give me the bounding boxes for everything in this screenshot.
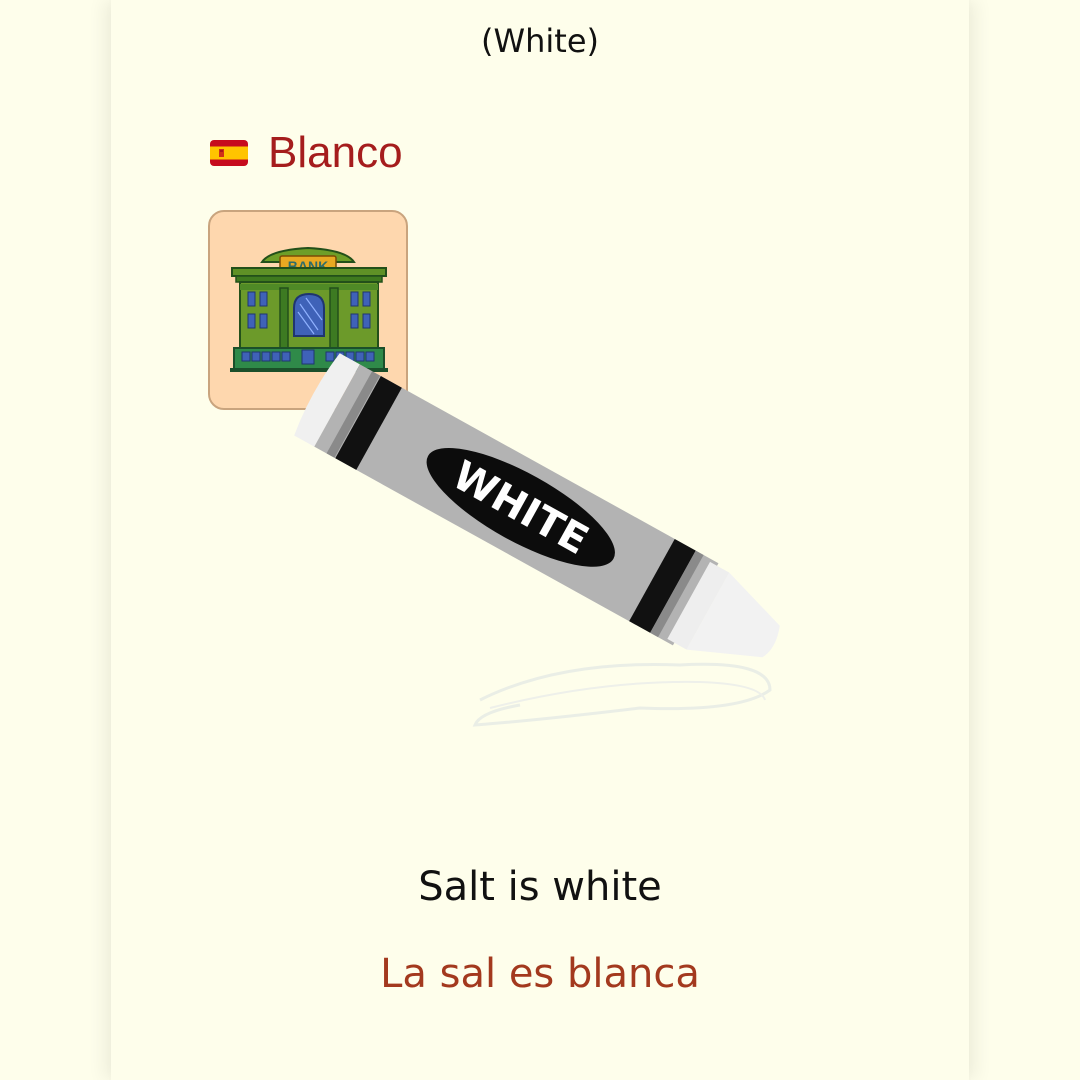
spanish-word: Blanco [268,128,403,177]
spain-flag-icon [210,140,248,166]
bank-building-icon: BANK [230,246,388,372]
vocab-row: Blanco [210,125,403,181]
english-word: (White) [480,22,599,60]
image-tile: BANK [208,210,408,410]
spanish-sentence: La sal es blanca [380,951,700,997]
flashcard-page: (White) Blanco BANK WHITE Salt is white … [0,0,1080,1080]
english-sentence: Salt is white [418,864,662,910]
